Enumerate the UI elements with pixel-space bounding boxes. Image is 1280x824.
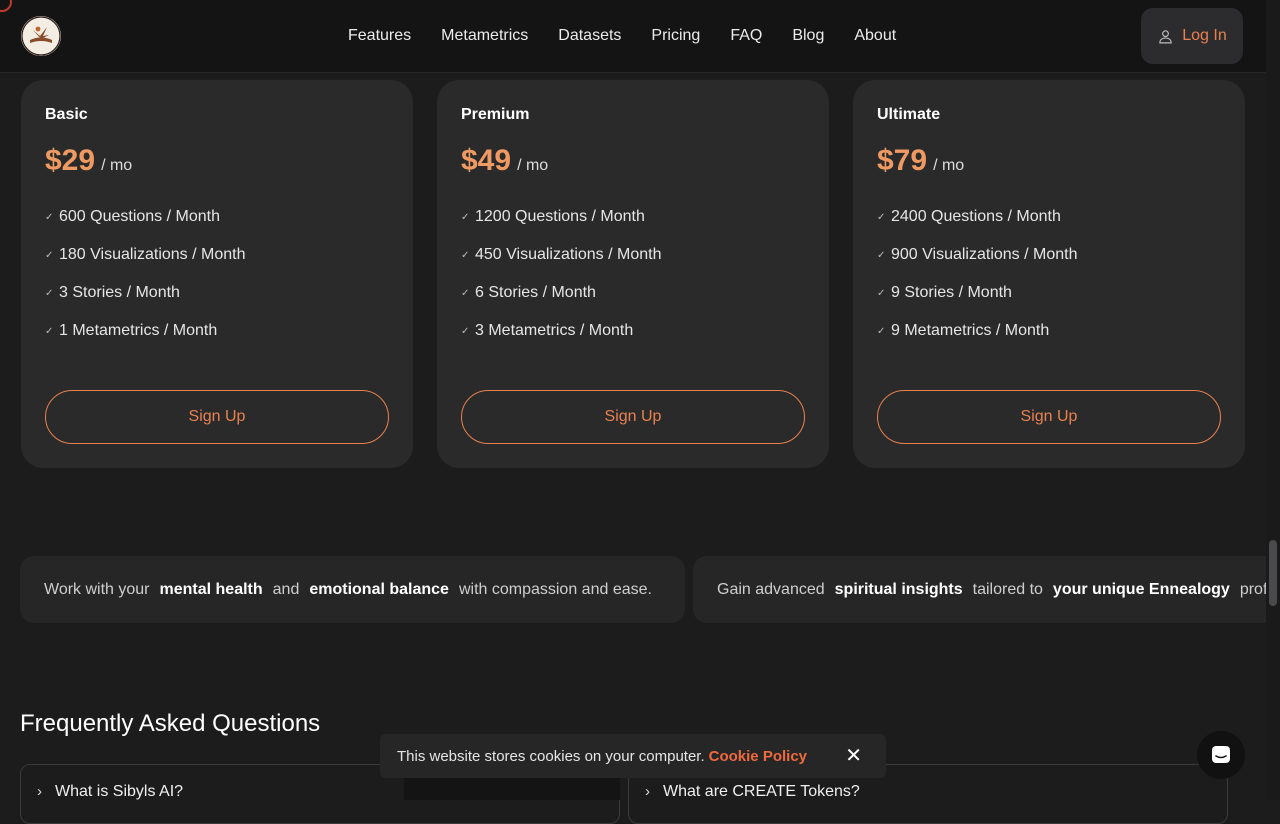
feature-item: ✓ 9 Metametrics / Month xyxy=(877,322,1050,339)
feature-item: ✓ 180 Visualizations / Month xyxy=(45,246,246,263)
chat-launcher-button[interactable] xyxy=(1197,731,1245,779)
faq-question: What is Sibyls AI? xyxy=(55,783,184,800)
main-nav: Features Metametrics Datasets Pricing FA… xyxy=(333,0,911,72)
nav-datasets[interactable]: Datasets xyxy=(543,27,636,45)
chevron-right-icon: › xyxy=(645,783,650,800)
feature-item: ✓ 3 Metametrics / Month xyxy=(461,322,634,339)
nav-faq[interactable]: FAQ xyxy=(715,27,777,45)
marquee-card: Work with your mental health and emotion… xyxy=(20,556,685,623)
plan-name: Basic xyxy=(45,106,88,123)
check-icon: ✓ xyxy=(461,325,470,337)
site-header: Features Metametrics Datasets Pricing FA… xyxy=(0,0,1266,73)
nav-pricing[interactable]: Pricing xyxy=(636,27,715,45)
plan-card-ultimate: Ultimate $79 / mo ✓ 2400 Questions / Mont… xyxy=(853,80,1245,468)
check-icon: ✓ xyxy=(461,211,470,223)
chevron-right-icon: › xyxy=(37,783,42,800)
check-icon: ✓ xyxy=(877,211,886,223)
plan-price: $79 xyxy=(877,144,928,177)
nav-blog[interactable]: Blog xyxy=(777,27,839,45)
plan-period: / mo xyxy=(517,157,549,174)
plan-price: $29 xyxy=(45,144,96,177)
nav-about[interactable]: About xyxy=(839,27,911,45)
check-icon: ✓ xyxy=(877,287,886,299)
feature-item: ✓ 600 Questions / Month xyxy=(45,208,220,225)
faq-question: What are CREATE Tokens? xyxy=(663,783,860,800)
signup-button-premium[interactable]: Sign Up xyxy=(461,390,805,444)
feature-list: ✓ 600 Questions / Month ✓ 180 Visualizatio… xyxy=(45,198,245,350)
close-icon[interactable]: ✕ xyxy=(845,744,862,768)
cookie-banner: This website stores cookies on your comp… xyxy=(380,734,886,778)
check-icon: ✓ xyxy=(461,287,470,299)
login-label: Log In xyxy=(1182,27,1227,44)
plan-card-premium: Premium $49 / mo ✓ 1200 Questions / Month… xyxy=(437,80,829,468)
check-icon: ✓ xyxy=(45,287,54,299)
owl-book-logo-icon xyxy=(21,16,61,56)
signup-button-basic[interactable]: Sign Up xyxy=(45,390,389,444)
check-icon: ✓ xyxy=(45,211,54,223)
check-icon: ✓ xyxy=(877,325,886,337)
feature-item: ✓ 450 Visualizations / Month xyxy=(461,246,662,263)
feature-list: ✓ 2400 Questions / Month ✓ 900 Visualizati… xyxy=(877,198,1077,350)
plan-price: $49 xyxy=(461,144,512,177)
notification-dot-icon xyxy=(0,0,12,12)
scrollbar-thumb[interactable] xyxy=(1269,540,1277,606)
feature-item: ✓ 9 Stories / Month xyxy=(877,284,1012,301)
feature-item: ✓ 3 Stories / Month xyxy=(45,284,180,301)
plan-name: Premium xyxy=(461,106,530,123)
signup-button-ultimate[interactable]: Sign Up xyxy=(877,390,1221,444)
feature-item: ✓ 2400 Questions / Month xyxy=(877,208,1061,225)
plan-period: / mo xyxy=(101,157,133,174)
login-button[interactable]: Log In xyxy=(1141,8,1243,64)
plan-period: / mo xyxy=(933,157,965,174)
faq-heading: Frequently Asked Questions xyxy=(20,710,321,737)
chat-icon xyxy=(1212,746,1230,763)
page-scrollbar[interactable] xyxy=(1266,0,1280,800)
user-icon xyxy=(1159,29,1172,43)
nav-features[interactable]: Features xyxy=(333,27,426,45)
feature-list: ✓ 1200 Questions / Month ✓ 450 Visualizati… xyxy=(461,198,661,350)
cookie-text: This website stores cookies on your comp… xyxy=(397,747,705,765)
marquee-card: Gain advanced spiritual insights tailore… xyxy=(693,556,1266,623)
feature-item: ✓ 6 Stories / Month xyxy=(461,284,596,301)
shadow-panel xyxy=(404,778,620,800)
check-icon: ✓ xyxy=(45,325,54,337)
feature-item: ✓ 1 Metametrics / Month xyxy=(45,322,218,339)
plan-card-basic: Basic $29 / mo ✓ 600 Questions / Month ✓ 1… xyxy=(21,80,413,468)
plan-name: Ultimate xyxy=(877,106,941,123)
check-icon: ✓ xyxy=(461,249,470,261)
brand-logo[interactable] xyxy=(21,16,61,56)
feature-item: ✓ 900 Visualizations / Month xyxy=(877,246,1078,263)
check-icon: ✓ xyxy=(877,249,886,261)
check-icon: ✓ xyxy=(45,249,54,261)
cookie-policy-link[interactable]: Cookie Policy xyxy=(709,748,807,765)
feature-item: ✓ 1200 Questions / Month xyxy=(461,208,645,225)
nav-metametrics[interactable]: Metametrics xyxy=(426,27,543,45)
